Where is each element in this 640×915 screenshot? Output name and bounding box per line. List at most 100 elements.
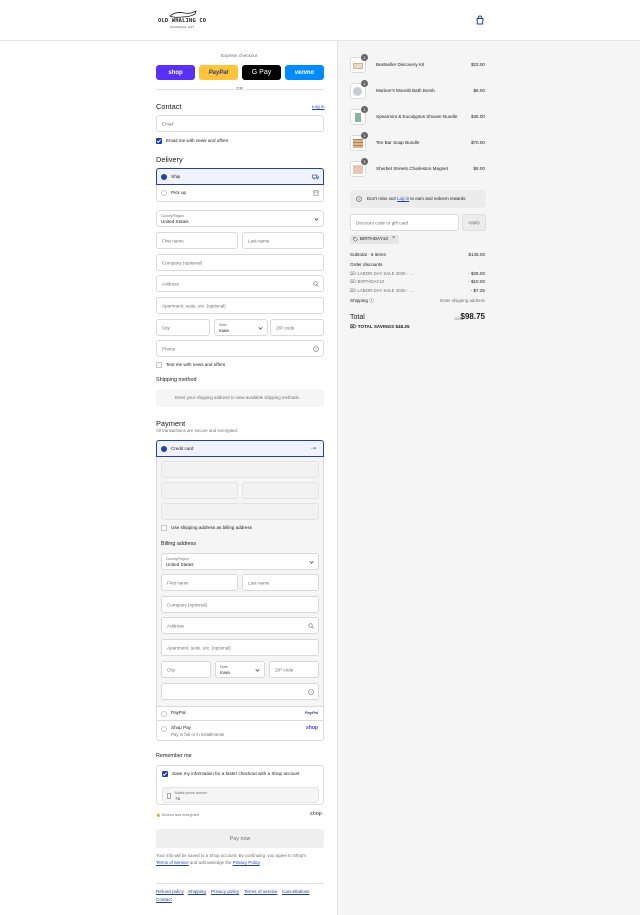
- shipping-notice: Enter your shipping address to view avai…: [156, 389, 324, 407]
- card-number-field[interactable]: [161, 461, 319, 478]
- discount-line: ⌦ BIRTHDAY10: [350, 279, 385, 284]
- google-pay-button[interactable]: G Pay: [242, 65, 281, 80]
- email-news-checkbox[interactable]: [156, 138, 162, 144]
- venmo-button[interactable]: venmo: [285, 65, 324, 80]
- credit-card-label: Credit card: [171, 446, 194, 451]
- use-shipping-checkbox[interactable]: [161, 525, 167, 531]
- billing-state-select[interactable]: State Iowa: [215, 661, 265, 678]
- footer-shipping[interactable]: Shipping: [188, 889, 206, 894]
- or-divider: OR: [236, 86, 243, 91]
- footer-contact[interactable]: Contact: [156, 897, 172, 902]
- billing-address-field[interactable]: Address: [161, 617, 319, 634]
- shipping-value: Enter shipping address: [440, 298, 485, 303]
- help-icon[interactable]: ?: [308, 688, 314, 695]
- remove-discount-icon[interactable]: ×: [392, 235, 395, 242]
- chevron-down-icon: [314, 216, 319, 221]
- subtotal-value: $145.00: [468, 252, 485, 257]
- email-news-label: Email me with news and offers: [166, 138, 229, 143]
- card-details-panel: Use shipping address as billing address …: [156, 457, 324, 707]
- privacy-link[interactable]: Privacy Policy: [233, 860, 260, 865]
- footer-privacy-policy[interactable]: Privacy policy: [211, 889, 239, 894]
- shop-disclaimer: Your info will be saved to a Shop accoun…: [156, 853, 307, 858]
- city-field[interactable]: City: [156, 319, 210, 336]
- rewards-login-link[interactable]: Log in: [397, 196, 409, 201]
- billing-country-select[interactable]: Country/Region United States: [161, 553, 319, 570]
- info-icon: [356, 196, 362, 202]
- shop-pay-radio[interactable]: [161, 726, 167, 732]
- shipping-method-heading: Shipping method: [156, 377, 197, 383]
- chevron-down-icon: [255, 667, 260, 672]
- footer-refund-policy[interactable]: Refund policy: [156, 889, 184, 894]
- shop-disclaimer-links: Terms of Service and acknowledge the Pri…: [156, 860, 261, 865]
- apartment-field[interactable]: Apartment, suite, etc. (optional): [156, 297, 324, 314]
- save-info-checkbox[interactable]: [162, 771, 168, 777]
- shop-pay-option[interactable]: Shop Pay Pay in full or in installments …: [156, 721, 324, 741]
- discount-code-field[interactable]: Discount code or gift card: [350, 214, 459, 231]
- ship-option[interactable]: Ship: [156, 168, 324, 185]
- subtotal-label: Subtotal · 5 items: [350, 252, 386, 257]
- discount-amount: - $10.00: [468, 279, 485, 284]
- terms-link[interactable]: Terms of Service: [156, 860, 189, 865]
- total-label: Total: [350, 314, 365, 321]
- delivery-heading: Delivery: [156, 155, 183, 164]
- first-name-field[interactable]: First name: [156, 232, 238, 249]
- paypal-radio[interactable]: [161, 711, 167, 717]
- footer-cancellations[interactable]: Cancellations: [282, 889, 310, 894]
- pickup-option[interactable]: Pick up: [156, 185, 324, 202]
- pickup-radio[interactable]: [161, 190, 167, 196]
- billing-company-field[interactable]: Company (optional): [161, 596, 319, 613]
- text-news-label: Text me with news and offers: [166, 362, 226, 367]
- text-news-checkbox[interactable]: [156, 362, 162, 368]
- email-field[interactable]: Email: [156, 115, 324, 132]
- shop-pay-logo: shop: [306, 725, 318, 731]
- divider: [246, 89, 324, 90]
- billing-apartment-field[interactable]: Apartment, suite, etc. (optional): [161, 639, 319, 656]
- shipping-label: Shipping ⓘ: [350, 298, 374, 303]
- shopping-bag-icon[interactable]: [475, 15, 485, 25]
- country-select[interactable]: Country/Region United States: [156, 210, 324, 227]
- paypal-option[interactable]: PayPal PayPal: [156, 707, 324, 721]
- ship-radio[interactable]: [161, 174, 167, 180]
- billing-last-name-field[interactable]: Last name: [242, 574, 319, 591]
- state-select[interactable]: State Iowa: [214, 319, 268, 336]
- remember-me-box: Save my information for a faster checkou…: [156, 765, 324, 805]
- mobile-phone-field[interactable]: Mobile phone number +1: [162, 787, 319, 803]
- payment-heading: Payment: [156, 419, 186, 428]
- billing-zip-field[interactable]: ZIP code: [269, 661, 319, 678]
- credit-card-radio[interactable]: [161, 446, 167, 452]
- apply-button[interactable]: Apply: [462, 214, 486, 231]
- tag-icon: ⌦: [350, 324, 357, 329]
- billing-city-field[interactable]: City: [161, 661, 211, 678]
- zip-field[interactable]: ZIP code: [270, 319, 324, 336]
- company-field[interactable]: Company (optional): [156, 254, 324, 271]
- address-field[interactable]: Address: [156, 275, 324, 292]
- billing-phone-field[interactable]: ?: [161, 683, 319, 700]
- item-price: $8.00: [473, 166, 486, 171]
- store-icon: [313, 190, 319, 196]
- product-thumbnail: 1: [350, 132, 368, 151]
- product-thumbnail: 1: [350, 158, 368, 177]
- store-logo[interactable]: OLD WHALING CO SAVANNAH, EST.: [158, 10, 208, 32]
- paypal-button[interactable]: PayPal: [199, 65, 238, 80]
- express-checkout-title: Express checkout: [221, 53, 258, 58]
- security-code-field[interactable]: [242, 482, 319, 499]
- expiration-field[interactable]: [161, 482, 238, 499]
- billing-first-name-field[interactable]: First name: [161, 574, 238, 591]
- last-name-field[interactable]: Last name: [242, 232, 324, 249]
- name-on-card-field[interactable]: [161, 503, 319, 520]
- remember-me-heading: Remember me: [156, 753, 192, 759]
- header: OLD WHALING CO SAVANNAH, EST.: [0, 0, 640, 41]
- secure-label: 🔒 Secure and encrypted: [156, 813, 199, 817]
- phone-field[interactable]: Phone ?: [156, 340, 324, 357]
- shop-pay-button[interactable]: shop: [156, 65, 195, 80]
- credit-card-option[interactable]: Credit card ⇢: [156, 440, 324, 457]
- payment-subtitle: All transactions are secure and encrypte…: [156, 428, 239, 433]
- pay-now-button[interactable]: Pay now: [156, 829, 324, 848]
- discount-line: ⌦ LABOR DAY SALE 2025 - ...: [350, 271, 414, 276]
- discount-amount: - $29.00: [468, 271, 485, 276]
- help-icon[interactable]: ⓘ: [369, 298, 374, 303]
- login-link[interactable]: Log in: [312, 104, 325, 110]
- footer-terms[interactable]: Terms of service: [244, 889, 277, 894]
- chevron-down-icon: [258, 325, 263, 330]
- help-icon[interactable]: ?: [313, 345, 319, 352]
